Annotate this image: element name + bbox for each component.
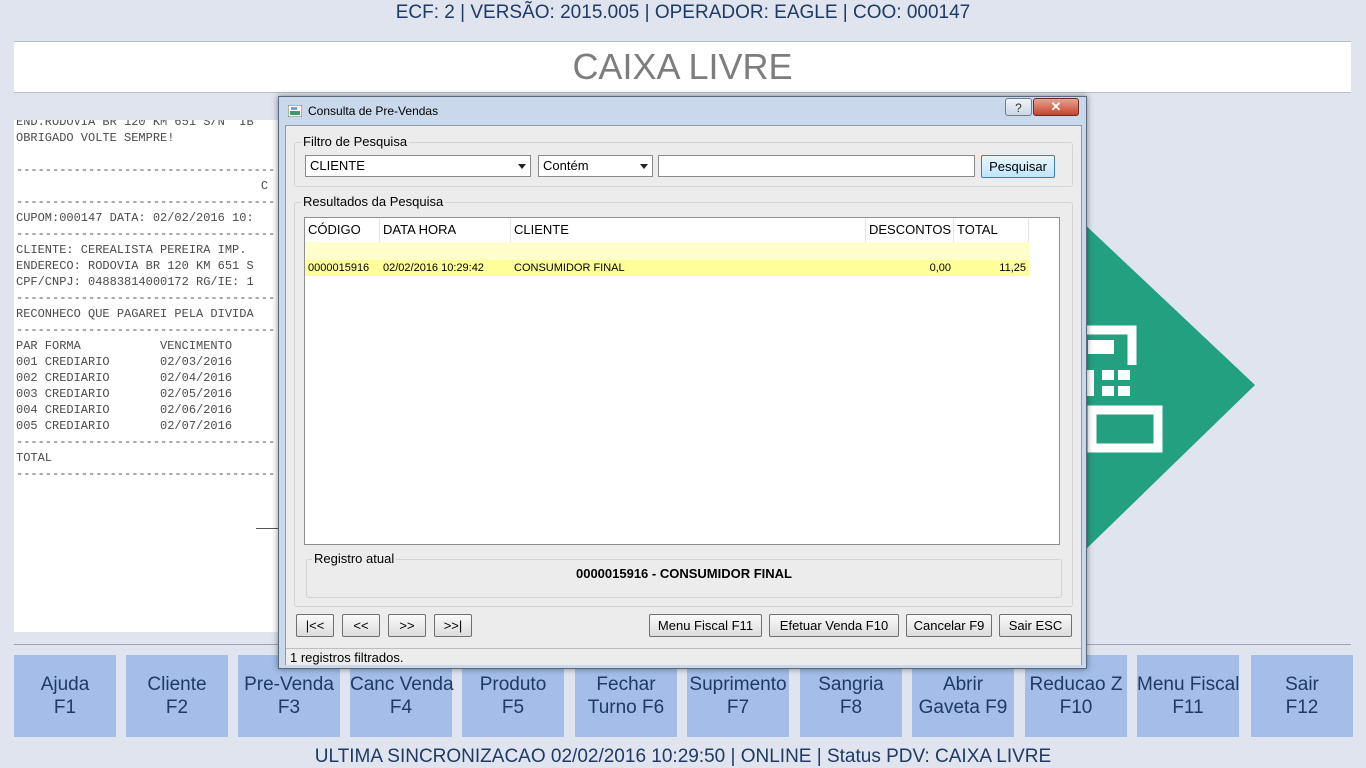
next-record-button[interactable]: >>: [388, 614, 426, 637]
registro-value: 0000015916 - CONSUMIDOR FINAL: [575, 566, 792, 581]
fkey-shortcut: F5: [501, 697, 525, 718]
pre-venda-dialog: Consulta de Pre-Vendas ? ✕ Filtro de Pes…: [278, 96, 1087, 669]
prev-record-button[interactable]: <<: [342, 614, 380, 637]
chevron-down-icon: [518, 164, 526, 169]
fkey-label: Produto: [479, 674, 547, 695]
operator-select-value: Contém: [543, 158, 589, 173]
fkey-shortcut: F1: [53, 697, 77, 718]
filter-group: Filtro de Pesquisa CLIENTE Contém Pesqui…: [294, 134, 1073, 187]
menu-fiscal-button[interactable]: Menu Fiscal F11: [649, 614, 762, 637]
chevron-down-icon: [640, 164, 648, 169]
cell-codigo: 0000015916: [308, 262, 370, 274]
app-icon: [288, 105, 302, 117]
fkey-ajuda-button[interactable]: Ajuda F1: [14, 655, 116, 737]
registro-group-title: Registro atual: [312, 551, 397, 566]
fkey-shortcut: F11: [1172, 697, 1204, 718]
dialog-status: 1 registros filtrados.: [286, 648, 1081, 665]
efetuar-venda-button[interactable]: Efetuar Venda F10: [769, 614, 899, 637]
operator-select[interactable]: Contém: [538, 155, 653, 177]
receipt-panel: END.RODOVIA BR 120 KM 651 S/N IB OBRIGAD…: [14, 120, 304, 632]
fkey-shortcut: Gaveta F9: [918, 697, 1008, 718]
results-table[interactable]: CÓDIGO DATA HORA CLIENTE DESCONTOS TOTAL…: [304, 217, 1060, 545]
dialog-content: Filtro de Pesquisa CLIENTE Contém Pesqui…: [285, 125, 1082, 665]
table-header: CÓDIGO DATA HORA CLIENTE DESCONTOS TOTAL: [305, 218, 1029, 242]
page-title: CAIXA LIVRE: [14, 41, 1351, 93]
results-group-title: Resultados da Pesquisa: [301, 194, 446, 209]
filter-group-title: Filtro de Pesquisa: [301, 134, 410, 149]
col-total[interactable]: TOTAL: [954, 218, 1029, 242]
col-cliente[interactable]: CLIENTE: [511, 218, 866, 242]
field-select[interactable]: CLIENTE: [305, 155, 531, 177]
fkey-shortcut: F7: [726, 697, 750, 718]
cell-descontos: 0,00: [929, 262, 951, 274]
first-record-button[interactable]: |<<: [296, 614, 334, 637]
fkey-label: Menu Fiscal: [1137, 674, 1240, 695]
cell-cliente: CONSUMIDOR FINAL: [514, 262, 625, 274]
field-select-value: CLIENTE: [310, 158, 365, 173]
registro-group: Registro atual 0000015916 - CONSUMIDOR F…: [306, 551, 1062, 598]
table-row[interactable]: 0000015916 02/02/2016 10:29:42 CONSUMIDO…: [305, 260, 1029, 276]
help-button[interactable]: ?: [1005, 98, 1032, 116]
last-record-button[interactable]: >>|: [434, 614, 472, 637]
col-data-hora[interactable]: DATA HORA: [380, 218, 511, 242]
fkey-shortcut: F10: [1059, 697, 1093, 718]
fkey-shortcut: F3: [277, 697, 301, 718]
table-row-blank: [305, 242, 1029, 260]
col-codigo[interactable]: CÓDIGO: [305, 218, 380, 242]
search-input[interactable]: [658, 155, 975, 177]
status-bar: ULTIMA SINCRONIZACAO 02/02/2016 10:29:50…: [314, 746, 1052, 767]
fkey-label: Canc Venda: [350, 674, 454, 695]
fkey-label: Cliente: [147, 674, 207, 695]
dialog-title: Consulta de Pre-Vendas: [308, 104, 439, 118]
fkey-label: Sangria: [818, 674, 884, 695]
col-descontos[interactable]: DESCONTOS: [866, 218, 954, 242]
cancelar-button[interactable]: Cancelar F9: [906, 614, 992, 637]
fkey-shortcut: F2: [165, 697, 189, 718]
dialog-titlebar[interactable]: Consulta de Pre-Vendas ? ✕: [279, 97, 1086, 125]
fkey-label: Abrir: [942, 674, 984, 695]
cell-total: 11,25: [999, 262, 1026, 274]
sair-button[interactable]: Sair ESC: [999, 614, 1072, 637]
fkey-sair-button[interactable]: Sair F12: [1251, 655, 1353, 737]
fkey-label: Ajuda: [40, 674, 90, 695]
header-info: ECF: 2 | VERSÃO: 2015.005 | OPERADOR: EA…: [395, 2, 971, 23]
fkey-label: Reducao Z: [1029, 674, 1123, 695]
fkey-shortcut: Turno F6: [587, 697, 665, 718]
fkey-label: Pre-Venda: [244, 674, 334, 695]
fkey-label: Suprimento: [689, 674, 787, 695]
fkey-label: Sair: [1285, 674, 1319, 695]
receipt-text: END.RODOVIA BR 120 KM 651 S/N IB OBRIGAD…: [16, 120, 276, 481]
fkey-shortcut: F8: [839, 697, 863, 718]
fkey-label: Fechar: [596, 674, 656, 695]
fkey-shortcut: F12: [1285, 697, 1319, 718]
search-button[interactable]: Pesquisar: [981, 155, 1055, 178]
close-button[interactable]: ✕: [1033, 98, 1079, 116]
fkey-cliente-button[interactable]: Cliente F2: [126, 655, 228, 737]
cell-data-hora: 02/02/2016 10:29:42: [383, 262, 484, 274]
fkey-shortcut: F4: [389, 697, 413, 718]
fkey-menu-fiscal-button[interactable]: Menu Fiscal F11: [1137, 655, 1239, 737]
